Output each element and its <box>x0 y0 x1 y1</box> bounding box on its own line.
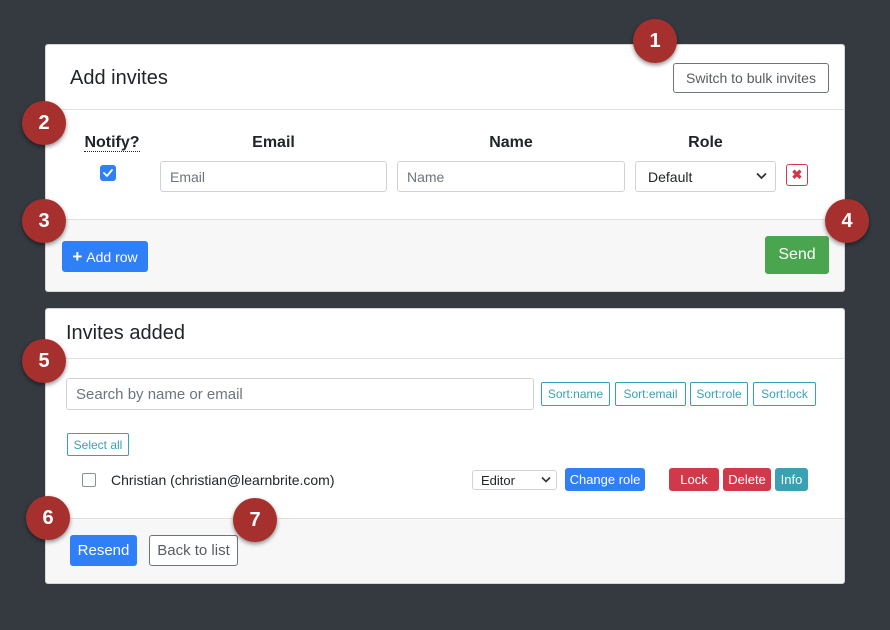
callout-marker-6: 6 <box>26 496 70 540</box>
email-input[interactable] <box>160 161 387 192</box>
role-column-header: Role <box>688 134 723 151</box>
name-column-header: Name <box>489 134 533 151</box>
invites-added-card: Invites added Sort:name Sort:email Sort:… <box>45 308 845 584</box>
callout-marker-2: 2 <box>22 101 66 145</box>
notify-checkbox[interactable] <box>100 165 116 181</box>
switch-bulk-invites-button[interactable]: Switch to bulk invites <box>673 63 829 93</box>
remove-row-button[interactable]: ✖ <box>786 164 808 186</box>
callout-marker-7: 7 <box>233 498 277 542</box>
delete-button[interactable]: Delete <box>723 468 771 491</box>
email-column-header: Email <box>252 134 295 151</box>
callout-marker-1: 1 <box>633 19 677 63</box>
user-label: Christian (christian@learnbrite.com) <box>111 472 335 488</box>
user-checkbox[interactable] <box>82 473 96 487</box>
chevron-down-icon <box>756 171 767 183</box>
select-all-button[interactable]: Select all <box>67 433 129 456</box>
add-invites-title: Add invites <box>70 67 168 89</box>
sort-email-button[interactable]: Sort:email <box>615 382 686 406</box>
chevron-down-icon <box>541 474 551 486</box>
back-to-list-button[interactable]: Back to list <box>149 535 238 566</box>
plus-icon: + <box>72 246 83 266</box>
add-row-label: Add row <box>86 248 138 265</box>
search-input[interactable] <box>66 378 534 410</box>
add-invites-footer: + Add row Send <box>46 219 844 291</box>
notify-column-header: Notify? <box>84 134 140 152</box>
invites-added-header: Invites added <box>46 309 844 359</box>
callout-marker-5: 5 <box>22 339 66 383</box>
invites-added-title: Invites added <box>66 322 185 344</box>
send-button[interactable]: Send <box>765 236 829 274</box>
sort-role-button[interactable]: Sort:role <box>690 382 748 406</box>
name-input[interactable] <box>397 161 625 192</box>
callout-marker-4: 4 <box>825 199 869 243</box>
change-role-button[interactable]: Change role <box>565 468 645 491</box>
add-row-button[interactable]: + Add row <box>62 241 148 272</box>
sort-lock-button[interactable]: Sort:lock <box>753 382 816 406</box>
user-role-value: Editor <box>481 472 515 488</box>
add-invites-card: Add invites Switch to bulk invites Notif… <box>45 44 845 292</box>
close-icon: ✖ <box>791 167 803 182</box>
user-role-select[interactable]: Editor <box>472 470 557 490</box>
resend-button[interactable]: Resend <box>70 535 137 566</box>
callout-marker-3: 3 <box>22 199 66 243</box>
invites-added-footer: Resend Back to list <box>46 518 844 583</box>
role-select-value: Default <box>648 168 693 185</box>
lock-button[interactable]: Lock <box>669 468 719 491</box>
role-select[interactable]: Default <box>635 161 776 192</box>
sort-name-button[interactable]: Sort:name <box>541 382 610 406</box>
info-button[interactable]: Info <box>775 468 808 491</box>
add-invites-header: Add invites Switch to bulk invites <box>46 45 844 110</box>
check-icon <box>103 169 113 177</box>
